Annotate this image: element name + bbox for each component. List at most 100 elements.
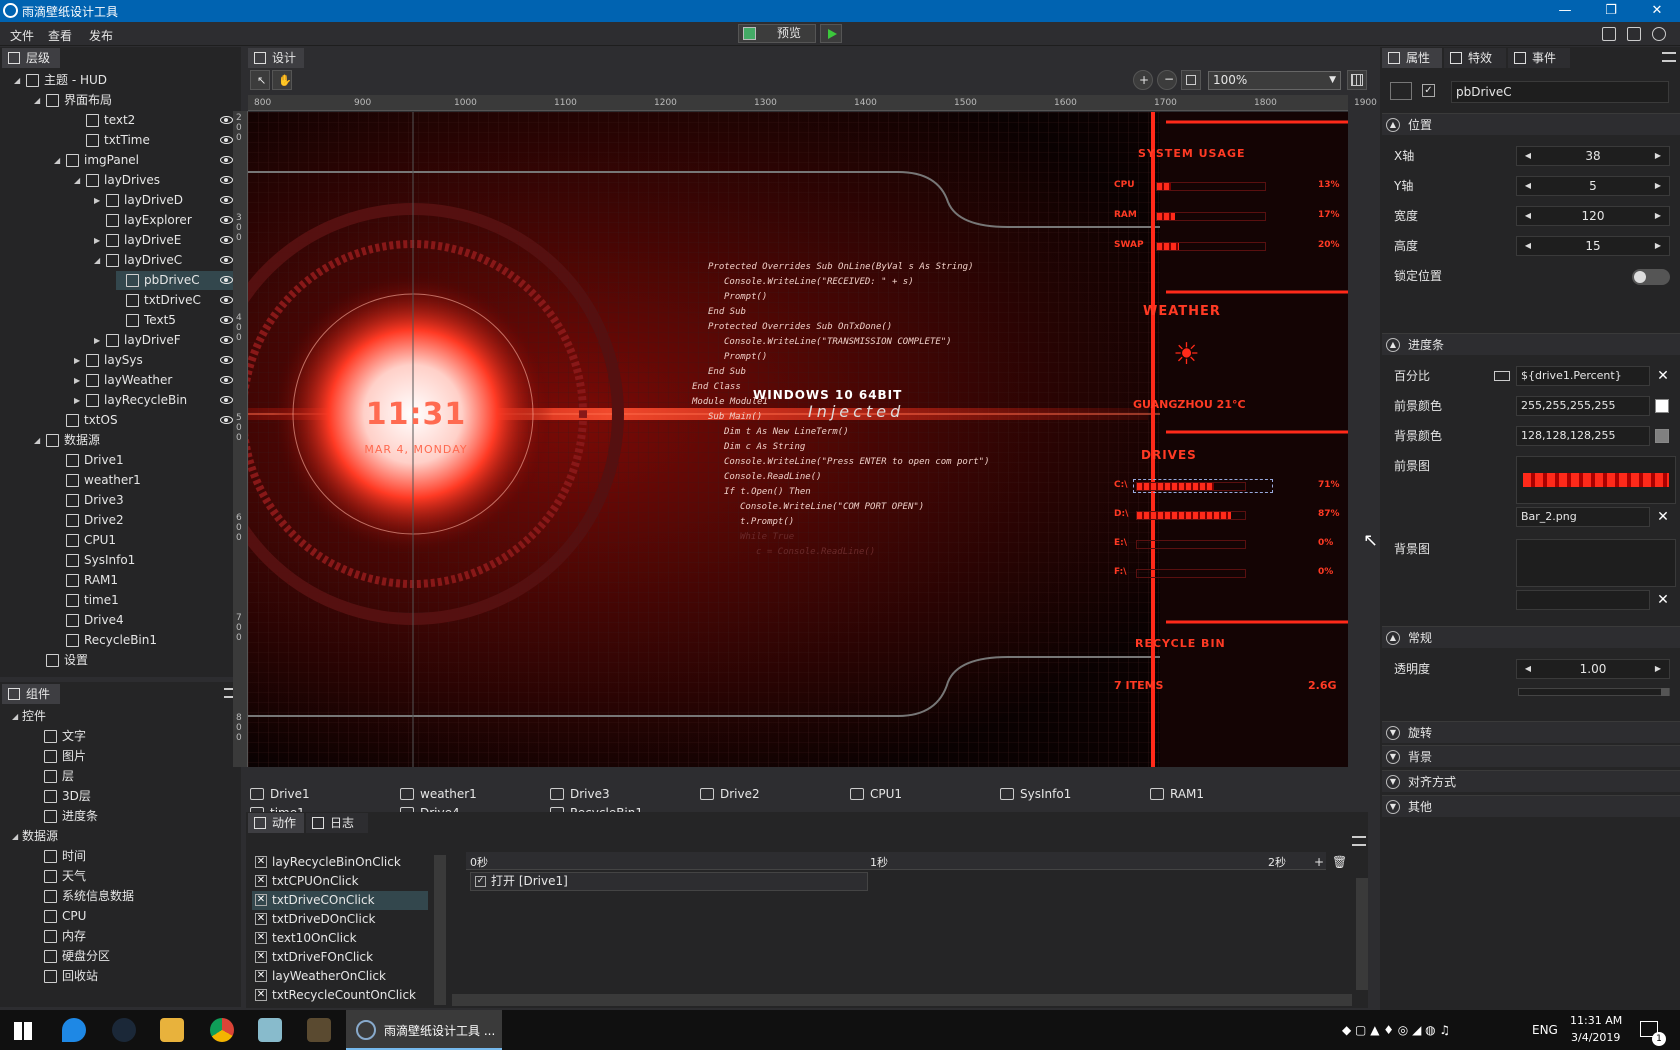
action-close-icon[interactable]: ✕ bbox=[255, 970, 267, 982]
datasource-item[interactable]: CPU1 bbox=[850, 785, 902, 803]
tree-item[interactable]: txtTime bbox=[0, 131, 240, 150]
eye-icon[interactable] bbox=[220, 216, 233, 224]
eye-icon[interactable] bbox=[220, 176, 233, 184]
tree-arrow-icon[interactable]: ◢ bbox=[34, 431, 44, 450]
zoom-select[interactable]: 100% ▼ bbox=[1208, 71, 1341, 90]
y-input[interactable]: ◀ 5 ▶ bbox=[1516, 176, 1670, 196]
tree-item[interactable]: layExplorer bbox=[0, 211, 240, 230]
fg-color-input[interactable]: 255,255,255,255 bbox=[1516, 396, 1650, 416]
steam-icon[interactable] bbox=[112, 1018, 136, 1042]
eye-icon[interactable] bbox=[220, 276, 233, 284]
eye-icon[interactable] bbox=[220, 336, 233, 344]
minimize-button[interactable]: — bbox=[1542, 0, 1588, 22]
tab-design[interactable]: 设计 bbox=[248, 48, 304, 68]
component-item[interactable]: 图片 bbox=[0, 747, 240, 766]
section-other[interactable]: ▼ 其他 bbox=[1382, 795, 1680, 817]
group-arrow-icon[interactable]: ◢ bbox=[12, 827, 22, 846]
tree-item[interactable]: ◢ imgPanel bbox=[0, 151, 240, 170]
actions-menu-icon[interactable] bbox=[1352, 836, 1366, 846]
datasource-item[interactable]: Drive3 bbox=[550, 785, 610, 803]
tree-arrow-icon[interactable]: ▶ bbox=[74, 391, 84, 410]
zoom-in-button[interactable]: + bbox=[1133, 70, 1153, 90]
tree-arrow-icon[interactable]: ◢ bbox=[94, 251, 104, 270]
tree-item[interactable]: text2 bbox=[0, 111, 240, 130]
grid-toggle-button[interactable] bbox=[1347, 70, 1367, 90]
tree-item[interactable]: RecycleBin1 bbox=[0, 631, 240, 650]
close-button[interactable]: ✕ bbox=[1634, 0, 1680, 22]
cloud-upload-icon[interactable] bbox=[1652, 27, 1666, 41]
tree-item[interactable]: txtDriveC bbox=[0, 291, 240, 310]
tree-item[interactable]: 设置 bbox=[0, 651, 240, 670]
tab-components[interactable]: 组件 bbox=[2, 684, 60, 704]
menu-publish[interactable]: 发布 bbox=[89, 27, 113, 44]
binding-icon[interactable] bbox=[1494, 371, 1510, 381]
tree-item[interactable]: txtOS bbox=[0, 411, 240, 430]
clear-fg-image-icon[interactable]: ✕ bbox=[1656, 510, 1670, 524]
tree-item[interactable]: ◢ layDriveC bbox=[0, 251, 240, 270]
open-folder-icon[interactable] bbox=[1627, 27, 1641, 41]
tree-item[interactable]: ◢ layDrives bbox=[0, 171, 240, 190]
tree-item[interactable]: CPU1 bbox=[0, 531, 240, 550]
tree-item[interactable]: SysInfo1 bbox=[0, 551, 240, 570]
eye-icon[interactable] bbox=[220, 296, 233, 304]
tree-item[interactable]: ▶ laySys bbox=[0, 351, 240, 370]
tree-item[interactable]: Drive2 bbox=[0, 511, 240, 530]
eye-icon[interactable] bbox=[220, 196, 233, 204]
action-close-icon[interactable]: ✕ bbox=[255, 913, 267, 925]
clear-bg-image-icon[interactable]: ✕ bbox=[1656, 593, 1670, 607]
action-item[interactable]: ✕ text10OnClick bbox=[252, 929, 428, 948]
component-item[interactable]: 系统信息数据 bbox=[0, 887, 240, 906]
tree-arrow-icon[interactable]: ▶ bbox=[74, 371, 84, 390]
tree-item[interactable]: Drive3 bbox=[0, 491, 240, 510]
tree-arrow-icon[interactable]: ▶ bbox=[94, 231, 104, 250]
tree-item[interactable]: ▶ layRecycleBin bbox=[0, 391, 240, 410]
datasource-item[interactable]: weather1 bbox=[400, 785, 477, 803]
action-item[interactable]: ✕ txtCPUOnClick bbox=[252, 872, 428, 891]
tree-arrow-icon[interactable]: ▶ bbox=[94, 191, 104, 210]
add-icon[interactable]: + bbox=[1314, 855, 1324, 869]
section-general[interactable]: ▲ 常规 bbox=[1382, 626, 1680, 648]
taskbar-app-button[interactable]: 雨滴壁纸设计工具 ... bbox=[346, 1010, 502, 1050]
action-close-icon[interactable]: ✕ bbox=[255, 932, 267, 944]
eye-icon[interactable] bbox=[220, 256, 233, 264]
tree-item[interactable]: ▶ layDriveD bbox=[0, 191, 240, 210]
eye-icon[interactable] bbox=[220, 376, 233, 384]
select-tool-button[interactable]: ↖ bbox=[250, 70, 270, 90]
tree-arrow-icon[interactable]: ◢ bbox=[54, 151, 64, 170]
clock-date[interactable]: 3/4/2019 bbox=[1571, 1031, 1620, 1044]
component-item[interactable]: 回收站 bbox=[0, 967, 240, 986]
tab-properties[interactable]: 属性 bbox=[1382, 48, 1442, 68]
eye-icon[interactable] bbox=[220, 136, 233, 144]
tab-actions[interactable]: 动作 bbox=[248, 813, 304, 833]
x-input[interactable]: ◀ 38 ▶ bbox=[1516, 146, 1670, 166]
fg-image-preview[interactable] bbox=[1516, 456, 1676, 504]
tree-item[interactable]: Text5 bbox=[0, 311, 240, 330]
tree-arrow-icon[interactable]: ◢ bbox=[74, 171, 84, 190]
section-rotate[interactable]: ▼ 旋转 bbox=[1382, 721, 1680, 743]
component-group[interactable]: ◢ 数据源 bbox=[0, 827, 240, 846]
windows-start-icon[interactable] bbox=[14, 1022, 32, 1040]
component-item[interactable]: 进度条 bbox=[0, 807, 240, 826]
component-item[interactable]: 内存 bbox=[0, 927, 240, 946]
tree-arrow-icon[interactable]: ▶ bbox=[74, 351, 84, 370]
action-item[interactable]: ✕ txtDriveCOnClick bbox=[252, 891, 428, 910]
tree-item[interactable]: pbDriveC bbox=[116, 271, 240, 290]
bg-image-preview[interactable] bbox=[1516, 539, 1676, 587]
zoom-out-button[interactable]: − bbox=[1157, 70, 1177, 90]
datasource-item[interactable]: SysInfo1 bbox=[1000, 785, 1071, 803]
action-item[interactable]: ✕ layWeatherOnClick bbox=[252, 967, 428, 986]
tree-item[interactable]: ◢ 界面布局 bbox=[0, 91, 240, 110]
tree-item[interactable]: RAM1 bbox=[0, 571, 240, 590]
component-item[interactable]: 时间 bbox=[0, 847, 240, 866]
tree-item[interactable]: Drive4 bbox=[0, 611, 240, 630]
save-icon[interactable] bbox=[1602, 27, 1616, 41]
eye-icon[interactable] bbox=[220, 396, 233, 404]
menu-file[interactable]: 文件 bbox=[10, 27, 34, 44]
fg-color-swatch[interactable] bbox=[1655, 399, 1669, 413]
tree-item[interactable]: ▶ layDriveF bbox=[0, 331, 240, 350]
menu-view[interactable]: 查看 bbox=[48, 27, 72, 44]
fg-image-file[interactable]: Bar_2.png bbox=[1516, 507, 1650, 527]
tree-item[interactable]: ◢ 数据源 bbox=[0, 431, 240, 450]
datasource-item[interactable]: Drive1 bbox=[250, 785, 310, 803]
action-item[interactable]: ✕ txtDriveFOnClick bbox=[252, 948, 428, 967]
